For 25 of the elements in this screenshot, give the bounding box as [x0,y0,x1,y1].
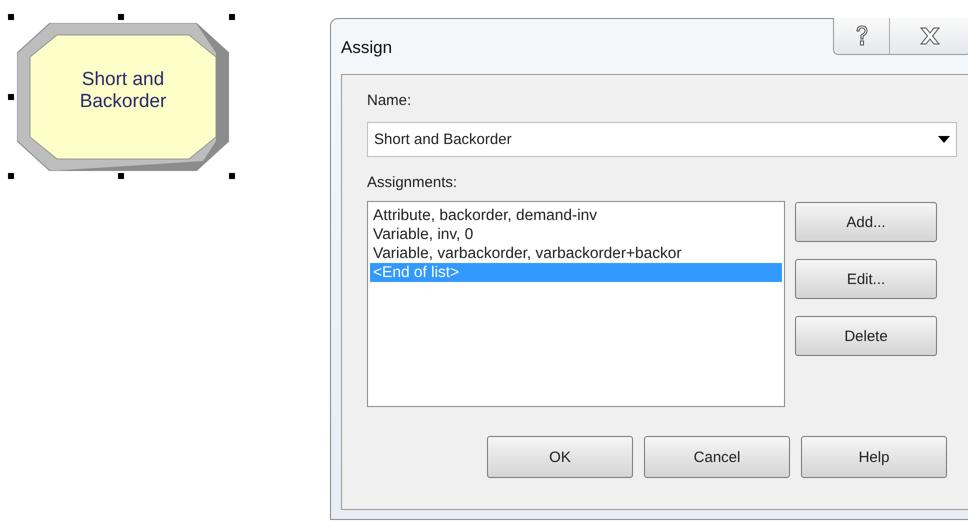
selection-handle[interactable] [8,173,14,179]
field-label: Assignments: [367,173,458,193]
selection-handle[interactable] [8,14,14,20]
list-action-button[interactable]: Delete [795,316,937,356]
name-dropdown[interactable]: Short and Backorder [367,122,957,157]
list-item[interactable]: Variable, varbackorder, varbackorder+backor [370,244,782,263]
selection-handle[interactable] [118,173,124,179]
dialog-button[interactable]: OK [487,436,633,478]
close-icon [920,27,940,45]
selection-handle[interactable] [118,14,124,20]
list-action-button[interactable]: Add... [795,202,937,242]
list-action-button[interactable]: Edit... [795,259,937,299]
module-shape[interactable] [17,23,229,171]
field-label: Name: [367,91,412,111]
help-icon [854,25,868,47]
dialog-button[interactable]: Cancel [644,436,790,478]
dropdown-arrow-icon [938,136,950,143]
list-item[interactable]: Attribute, backorder, demand-inv [370,206,782,225]
dialog-button[interactable]: Help [801,436,947,478]
selection-handle[interactable] [8,94,14,100]
selection-handle[interactable] [229,173,235,179]
window-title: Assign [341,38,392,58]
list-item[interactable]: Variable, inv, 0 [370,225,782,244]
selection-handle[interactable] [229,14,235,20]
module-label: Short and Backorder [78,69,168,113]
